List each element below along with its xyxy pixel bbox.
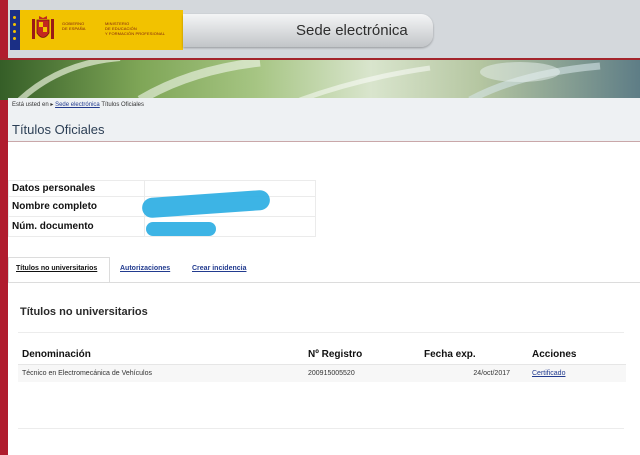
titles-table: Denominación Nº Registro Fecha exp. Acci… [18,346,626,382]
footer-divider [18,428,624,429]
banner-accent-line [0,58,640,60]
cell-registro: 200915005520 [304,364,420,382]
cell-fecha: 24/oct/2017 [420,364,528,382]
breadcrumb-prefix: Está usted en [12,102,49,108]
coat-of-arms-icon [32,16,54,39]
section-title: Títulos no universitarios [20,306,148,318]
document-number-redaction [146,222,216,236]
table-row: Técnico en Electromecánica de Vehículos … [18,364,626,382]
breadcrumb-link-sede[interactable]: Sede electrónica [55,102,100,108]
government-logo[interactable]: GOBIERNO DE ESPAÑA MINISTERIO DE EDUCACI… [10,10,183,50]
table-header-row: Denominación Nº Registro Fecha exp. Acci… [18,346,626,365]
column-header-fecha: Fecha exp. [420,346,528,365]
tab-titulos-no-universitarios[interactable]: Títulos no universitarios [16,265,97,272]
full-name-label: Nombre completo [8,196,145,217]
breadcrumb-current: Títulos Oficiales [101,102,145,108]
title-divider [8,141,640,142]
section-divider [18,332,624,333]
eu-flag-icon [10,10,20,50]
gobierno-text: GOBIERNO DE ESPAÑA [62,21,86,31]
cell-acciones: Certificado [528,364,626,382]
certificado-link[interactable]: Certificado [532,370,565,377]
column-header-acciones: Acciones [528,346,626,365]
personal-data-heading: Datos personales [8,180,145,197]
tabs-divider [8,282,640,283]
site-header: GOBIERNO DE ESPAÑA MINISTERIO DE EDUCACI… [0,0,640,58]
site-title[interactable]: Sede electrónica [296,22,408,39]
leaf-pattern-image [17,58,601,100]
document-number-label: Núm. documento [8,216,145,237]
header-banner-image [0,58,640,100]
column-header-denominacion: Denominación [18,346,304,365]
column-header-registro: Nº Registro [304,346,420,365]
page-title: Títulos Oficiales [12,122,105,137]
tab-crear-incidencia[interactable]: Crear incidencia [192,265,246,272]
ministerio-text: MINISTERIO DE EDUCACIÓN Y FORMACIÓN PROF… [105,21,166,36]
cell-denominacion: Técnico en Electromecánica de Vehículos [18,364,304,382]
tab-autorizaciones[interactable]: Autorizaciones [120,265,170,272]
breadcrumb: Está usted en ▸ Sede electrónica Títulos… [12,101,144,108]
